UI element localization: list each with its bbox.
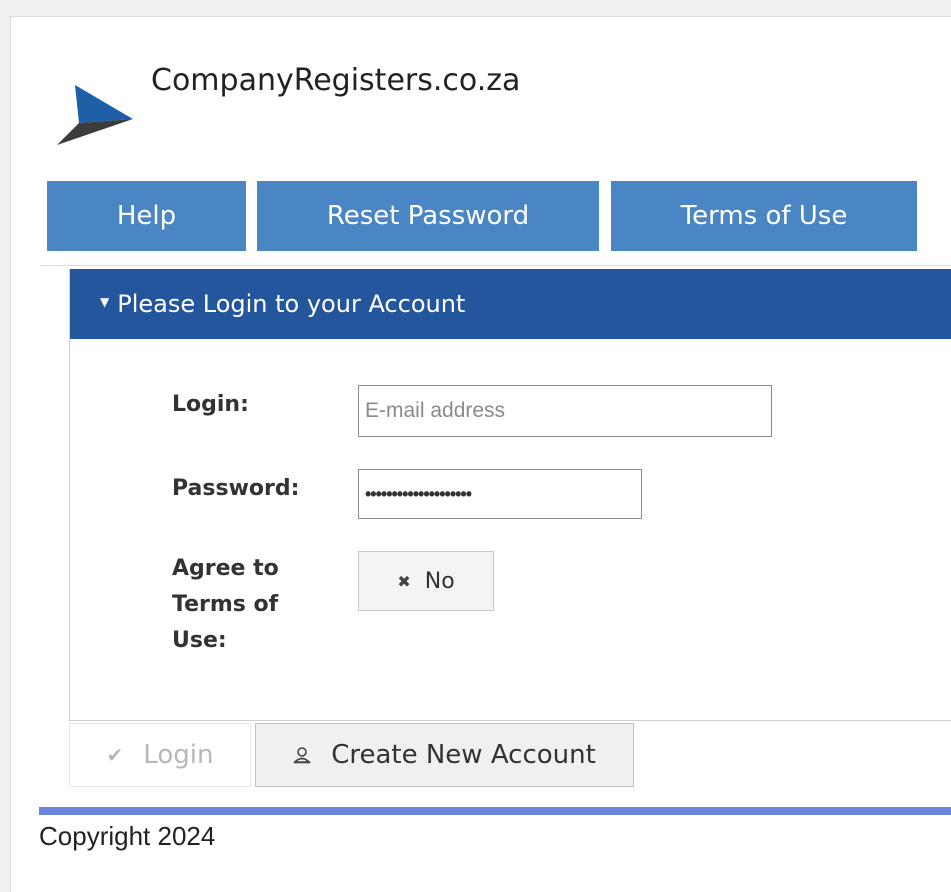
nav-terms-of-use-button[interactable]: Terms of Use xyxy=(611,181,917,251)
checkmark-icon: ✔ xyxy=(106,743,124,767)
main-nav: Help Reset Password Terms of Use xyxy=(11,181,951,251)
nav-reset-password-button[interactable]: Reset Password xyxy=(257,181,599,251)
page: CompanyRegisters.co.za Help Reset Passwo… xyxy=(10,16,951,892)
agree-terms-toggle[interactable]: ✖ No xyxy=(358,551,494,611)
login-panel-header[interactable]: ▼ Please Login to your Account xyxy=(70,269,951,339)
login-panel-title: Please Login to your Account xyxy=(117,290,466,318)
close-icon: ✖ xyxy=(397,571,411,591)
create-new-account-label: Create New Account xyxy=(331,740,596,770)
agree-terms-label-line2: Terms of xyxy=(172,592,279,617)
nav-divider xyxy=(41,265,951,266)
copyright-text: Copyright 2024 xyxy=(39,821,216,851)
password-input[interactable]: •••••••••••••••••••• xyxy=(358,469,642,519)
login-button[interactable]: ✔ Login xyxy=(69,723,251,787)
login-button-label: Login xyxy=(143,740,214,770)
user-icon xyxy=(293,747,312,764)
agree-terms-label-line3: Use: xyxy=(172,628,227,653)
nav-help-button[interactable]: Help xyxy=(47,181,246,251)
footer-divider xyxy=(39,807,951,815)
login-label: Login: xyxy=(172,392,249,417)
paper-plane-logo xyxy=(57,85,133,145)
site-title: CompanyRegisters.co.za xyxy=(151,63,521,98)
caret-down-icon: ▼ xyxy=(100,295,110,309)
agree-terms-toggle-value: No xyxy=(424,568,455,594)
create-new-account-button[interactable]: Create New Account xyxy=(255,723,634,787)
password-label: Password: xyxy=(172,476,300,501)
agree-terms-label: Agree to Terms of Use: xyxy=(172,551,279,659)
login-email-input[interactable] xyxy=(358,385,772,437)
login-panel: ▼ Please Login to your Account Login: Pa… xyxy=(69,269,951,721)
agree-terms-label-line1: Agree to xyxy=(172,556,279,581)
